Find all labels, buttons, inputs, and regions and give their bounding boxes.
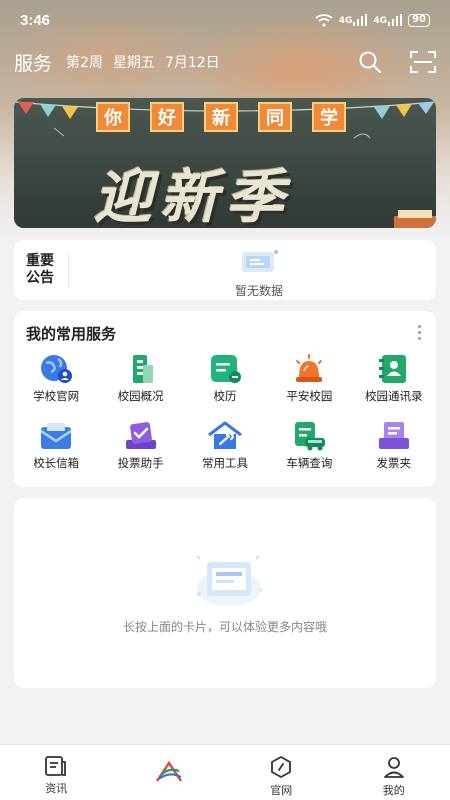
service-label: 发票夹 (376, 456, 412, 470)
service-vote-assistant[interactable]: 投票助手 (98, 420, 182, 487)
services-title: 我的常用服务 (26, 325, 117, 343)
service-label: 校园概况 (117, 389, 164, 403)
flag-char: 新 (204, 102, 238, 132)
empty-card[interactable]: 长按上面的卡片，可以体验更多内容哦 (14, 498, 436, 688)
nav-item-news[interactable]: 资讯 (0, 745, 113, 800)
notice-card[interactable]: 重要公告 暂无数据 (14, 240, 436, 300)
search-icon[interactable] (358, 50, 382, 74)
nav-label: 官网 (270, 784, 293, 797)
wifi-icon (315, 13, 333, 27)
service-label: 校历 (213, 389, 237, 403)
service-principal-mailbox[interactable]: 校长信箱 (14, 420, 98, 487)
status-bar: 3:46 4G 4G 90 (0, 0, 450, 40)
news-icon (45, 756, 67, 776)
tools-icon (208, 421, 242, 449)
nav-label: 我的 (382, 784, 405, 797)
empty-cards-illustration (196, 555, 263, 606)
service-invoice-folder[interactable]: 发票夹 (352, 420, 436, 487)
service-campus-contacts[interactable]: 校园通讯录 (352, 353, 436, 420)
flag-char: 学 (312, 102, 346, 132)
flag-char: 你 (96, 102, 130, 132)
divider (68, 254, 69, 286)
service-label: 投票助手 (117, 456, 164, 470)
services-card: 我的常用服务 学校官网 校园概况 校历 平安校园 校园通讯录 校长信箱 投票助手… (14, 311, 436, 487)
app-logo-icon (155, 761, 182, 782)
service-common-tools[interactable]: 常用工具 (183, 420, 267, 487)
status-icons: 4G 4G 90 (315, 13, 430, 27)
service-school-calendar[interactable]: 校历 (183, 353, 267, 420)
notice-label: 重要公告 (26, 253, 54, 286)
date-info: 第2周 星期五 7月12日 (66, 52, 220, 72)
page-title: 服务 (14, 52, 53, 75)
services-grid: 学校官网 校园概况 校历 平安校园 校园通讯录 校长信箱 投票助手 常用工具 车… (14, 353, 436, 487)
signal-icon: 4G (339, 14, 368, 26)
notice-empty-text: 暂无数据 (234, 284, 283, 298)
service-school-website[interactable]: 学校官网 (14, 353, 98, 420)
service-label: 常用工具 (201, 456, 248, 470)
network-type-2: 4G (373, 16, 388, 26)
signal-icon-2: 4G (373, 14, 403, 26)
welcome-banner[interactable]: 你 好 新 同 学 迎新季 (14, 98, 436, 228)
weekday: 星期五 (112, 55, 155, 71)
battery-icon: 90 (408, 13, 430, 27)
building-icon (132, 355, 153, 383)
more-options-icon[interactable] (416, 325, 422, 340)
empty-data-icon (242, 250, 278, 272)
nav-item-profile[interactable]: 我的 (338, 745, 450, 800)
status-time: 3:46 (20, 11, 51, 29)
contacts-icon (378, 355, 406, 383)
week-number: 第2周 (66, 55, 103, 71)
calendar-icon (210, 355, 241, 383)
nav-label: 资讯 (45, 782, 68, 795)
globe-icon (41, 355, 73, 383)
app-header: 服务 第2周 星期五 7月12日 (0, 42, 450, 82)
profile-icon (383, 757, 404, 778)
date: 7月12日 (164, 55, 220, 71)
mail-icon (40, 423, 72, 449)
car-icon (295, 422, 326, 451)
scan-icon[interactable] (410, 50, 436, 74)
service-vehicle-query[interactable]: 车辆查询 (267, 420, 351, 487)
service-label: 平安校园 (286, 389, 333, 403)
nav-item-website[interactable]: 官网 (225, 745, 338, 800)
alarm-icon (296, 354, 323, 382)
service-label: 校园通讯录 (365, 389, 423, 403)
website-icon (271, 755, 292, 779)
notice-empty-state: 暂无数据 (214, 246, 304, 299)
service-campus-overview[interactable]: 校园概况 (98, 353, 182, 420)
service-label: 校长信箱 (33, 456, 80, 470)
battery-level: 90 (412, 14, 426, 25)
vote-icon (125, 422, 156, 449)
service-safe-campus[interactable]: 平安校园 (267, 353, 351, 420)
empty-card-hint: 长按上面的卡片，可以体验更多内容哦 (122, 620, 327, 634)
banner-flags: 你 好 新 同 学 (96, 102, 346, 132)
flag-char: 同 (258, 102, 292, 132)
invoice-icon (378, 422, 409, 449)
service-label: 车辆查询 (286, 456, 333, 470)
banner-headline: 迎新季 (94, 163, 293, 228)
flag-char: 好 (150, 102, 184, 132)
bottom-nav: 资讯 官网 我的 (0, 744, 450, 800)
service-label: 学校官网 (33, 389, 80, 403)
network-type-1: 4G (338, 16, 353, 26)
nav-item-home[interactable] (113, 745, 226, 800)
